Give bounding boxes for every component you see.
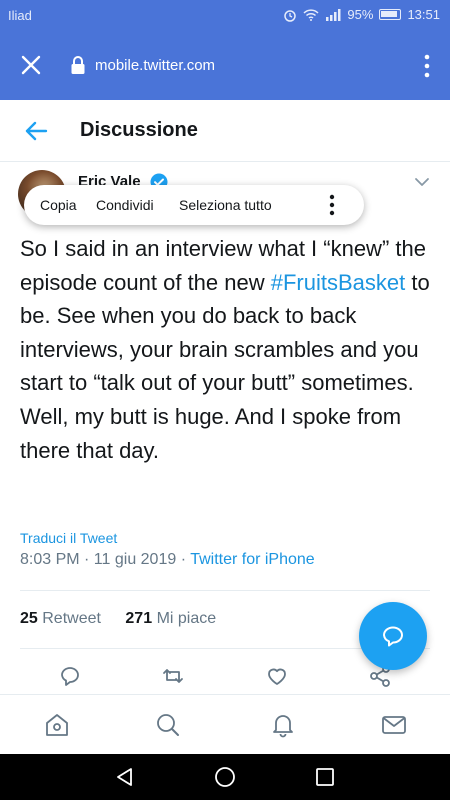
system-navigation-bar — [0, 754, 450, 800]
reply-icon[interactable] — [58, 664, 82, 688]
browser-toolbar: mobile.twitter.com — [0, 32, 450, 100]
tweet-metadata: 8:03 PM · 11 giu 2019 · Twitter for iPho… — [20, 551, 315, 569]
url-text[interactable]: mobile.twitter.com — [95, 57, 215, 74]
overflow-menu-icon[interactable] — [422, 53, 432, 79]
copy-button[interactable]: Copia — [40, 197, 77, 213]
wifi-icon — [303, 9, 319, 21]
status-bar: Iliad 95% 13:51 — [0, 0, 450, 32]
hashtag-link[interactable]: #FruitsBasket — [271, 270, 406, 295]
more-options-icon[interactable] — [328, 194, 336, 216]
tweet-stats: 25 Retweet 271 Mi piace — [20, 610, 216, 628]
translate-tweet-link[interactable]: Traduci il Tweet — [20, 530, 117, 546]
tweet-text: So I said in an interview what I “knew” … — [20, 232, 432, 467]
carrier-name: Iliad — [8, 8, 32, 23]
retweet-label[interactable]: Retweet — [42, 610, 101, 627]
system-home-icon[interactable] — [214, 766, 236, 788]
retweet-count[interactable]: 25 — [20, 610, 38, 627]
battery-percent: 95% — [347, 7, 374, 22]
home-icon[interactable] — [44, 712, 70, 738]
like-label[interactable]: Mi piace — [157, 610, 217, 627]
battery-icon — [379, 9, 402, 20]
system-back-icon[interactable] — [114, 766, 136, 788]
tweet-client-link[interactable]: Twitter for iPhone — [190, 551, 315, 568]
messages-envelope-icon[interactable] — [381, 712, 407, 738]
system-recents-icon[interactable] — [314, 766, 336, 788]
reply-bubble-icon — [383, 626, 403, 647]
status-icons: 95% 13:51 — [283, 7, 440, 22]
compose-reply-button[interactable] — [359, 602, 427, 670]
like-icon[interactable] — [265, 664, 289, 688]
back-arrow-icon[interactable] — [24, 120, 48, 142]
like-count[interactable]: 271 — [125, 610, 152, 627]
page-title: Discussione — [80, 119, 198, 141]
signal-icon — [326, 8, 341, 21]
text-selection-menu: Copia Condividi Seleziona tutto — [24, 185, 364, 225]
chevron-down-icon[interactable] — [414, 176, 430, 188]
lock-icon — [71, 56, 85, 74]
tweet-text-part: to be. See when you do back to back inte… — [20, 269, 430, 463]
share-button[interactable]: Condividi — [96, 197, 154, 213]
select-all-button[interactable]: Seleziona tutto — [179, 197, 272, 213]
search-icon[interactable] — [155, 712, 181, 738]
divider — [20, 590, 430, 591]
tweet-timestamp: 8:03 PM · 11 giu 2019 · — [20, 551, 191, 568]
page-header: Discussione — [0, 100, 450, 162]
clock: 13:51 — [407, 7, 440, 22]
close-icon[interactable] — [20, 54, 42, 76]
alarm-icon — [284, 9, 297, 22]
notifications-bell-icon[interactable] — [270, 712, 296, 738]
bottom-navigation — [0, 694, 450, 754]
retweet-icon[interactable] — [161, 664, 185, 688]
